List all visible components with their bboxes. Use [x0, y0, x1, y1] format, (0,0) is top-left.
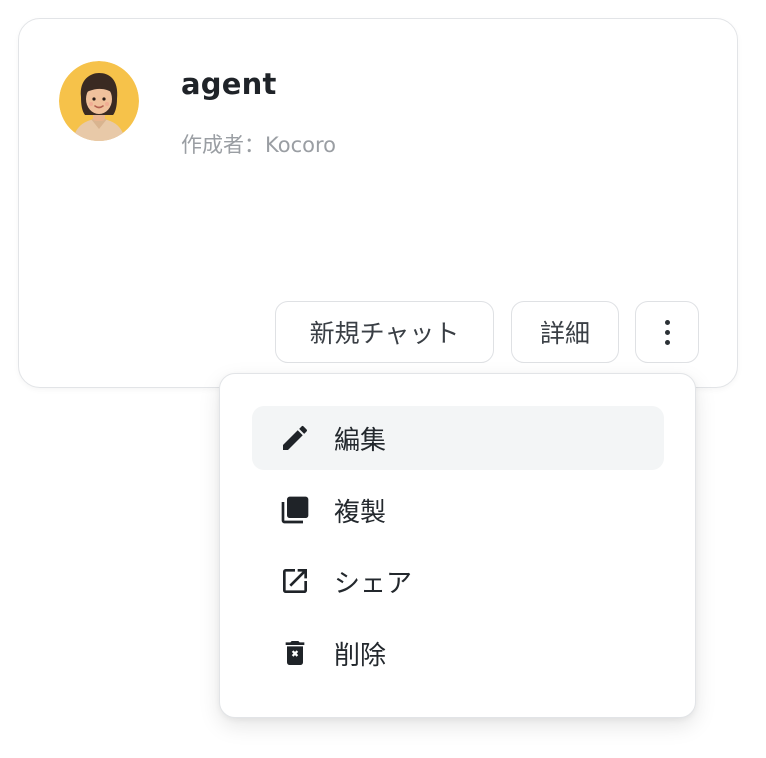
menu-item-label: シェア [334, 568, 413, 599]
menu-item-label: 編集 [334, 425, 387, 456]
agent-card: agent 作成者：Kocoro 新規チャット 詳細 [18, 18, 738, 388]
agent-avatar [59, 61, 139, 141]
trash-icon [278, 636, 312, 670]
menu-item-duplicate[interactable]: 複製 [252, 478, 664, 542]
pencil-icon [278, 421, 312, 455]
menu-item-label: 複製 [334, 497, 387, 528]
more-vertical-icon [664, 319, 670, 345]
detail-button[interactable]: 詳細 [511, 301, 619, 363]
menu-item-delete[interactable]: 削除 [252, 621, 664, 685]
new-chat-button-label: 新規チャット [309, 319, 460, 348]
open-external-icon [278, 564, 312, 598]
agent-creator: 作成者：Kocoro [181, 133, 336, 157]
person-avatar-icon [59, 61, 139, 141]
agent-name: agent [181, 67, 277, 101]
copy-icon [278, 493, 312, 527]
new-chat-button[interactable]: 新規チャット [275, 301, 494, 363]
context-menu: 編集 複製 シェア 削除 [219, 373, 696, 718]
menu-item-share[interactable]: シェア [252, 549, 664, 613]
more-options-button[interactable] [635, 301, 699, 363]
agent-card-screen: agent 作成者：Kocoro 新規チャット 詳細 編集 複製 シェア 削除 [0, 0, 766, 758]
detail-button-label: 詳細 [539, 319, 590, 348]
menu-item-edit[interactable]: 編集 [252, 406, 664, 470]
menu-item-label: 削除 [334, 640, 387, 671]
